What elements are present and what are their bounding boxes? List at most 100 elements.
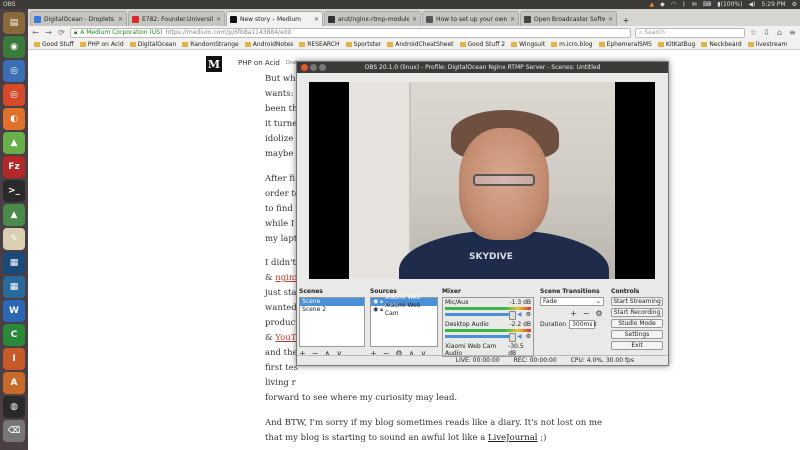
tab-6[interactable]: Open Broadcaster Softw ✕	[520, 11, 617, 26]
search-input[interactable]: ⌕ Search	[635, 27, 745, 38]
bookmark-item[interactable]: PHP on Acid	[80, 41, 124, 48]
tab-5[interactable]: How to set up your own ✕	[422, 11, 519, 26]
tab-2[interactable]: E782: Founder.University ✕	[128, 11, 225, 26]
source-item[interactable]: ◉ 🔒︎ Xiaomi Web Cam	[371, 302, 437, 317]
star-icon[interactable]: ☆	[749, 28, 758, 37]
speaker-icon[interactable]: ◀	[517, 311, 522, 318]
battery-icon[interactable]: ▮(100%)	[717, 1, 742, 8]
exit-button[interactable]: Exit	[611, 341, 663, 350]
tab-3[interactable]: New story – Medium ✕	[226, 11, 323, 26]
transition-select[interactable]: Fade ⌄	[540, 297, 604, 306]
lock-icon[interactable]: 🔒︎	[380, 298, 383, 306]
close-tab-icon[interactable]: ✕	[314, 16, 319, 23]
bookmark-item[interactable]: RESEARCH	[299, 41, 339, 48]
vlc-icon[interactable]: ▲	[649, 1, 654, 8]
writer-icon[interactable]: W	[3, 300, 25, 322]
app-grid-icon[interactable]: ▦	[3, 276, 25, 298]
article-line: product	[265, 318, 299, 328]
scene-item[interactable]: Scene	[300, 298, 364, 306]
start-streaming-button[interactable]: Start Streaming	[611, 297, 663, 306]
channel-gear-icon[interactable]: ⚙	[526, 333, 531, 340]
publication-name[interactable]: PHP on Acid	[238, 59, 280, 67]
volume-fader[interactable]	[445, 333, 516, 342]
chrome-icon[interactable]: ◎	[3, 84, 25, 106]
software-center-icon[interactable]: A	[3, 372, 25, 394]
bookmark-item[interactable]: Wingsuit	[511, 41, 545, 48]
bookmark-item[interactable]: RandomStrange	[182, 41, 238, 48]
settings-gear-icon[interactable]: ⚙	[792, 1, 797, 8]
android-icon[interactable]: ▲	[3, 132, 25, 154]
duration-spinbox[interactable]: 300ms ⇕	[569, 320, 598, 329]
url-bar[interactable]: 🔒︎ A Medium Corporation (US) https://med…	[70, 27, 631, 38]
bookmark-item[interactable]: livestream	[748, 41, 788, 48]
impress-icon[interactable]: I	[3, 348, 25, 370]
obs-title-bar[interactable]: OBS 20.1.0 (linux) - Profile: DigitalOce…	[297, 62, 668, 73]
youtube-link[interactable]: YouT	[275, 333, 296, 343]
close-tab-icon[interactable]: ✕	[216, 16, 221, 23]
editor-icon[interactable]: ✎	[3, 228, 25, 250]
calc-icon[interactable]: C	[3, 324, 25, 346]
keyboard-icon[interactable]: ⌨	[703, 1, 712, 8]
bookmark-item[interactable]: Good Stuff 2	[460, 41, 506, 48]
mail-icon[interactable]: ✉	[692, 1, 697, 8]
bookmark-item[interactable]: AndroidNotes	[245, 41, 294, 48]
obs-preview[interactable]: SKYDIVE	[309, 82, 655, 279]
bookmark-item[interactable]: Sportster	[346, 41, 382, 48]
bookmark-item[interactable]: EphemeralSMS	[599, 41, 652, 48]
close-tab-icon[interactable]: ✕	[608, 16, 613, 23]
tab-4[interactable]: arut/nginx-rtmp-module ✕	[324, 11, 421, 26]
live-timer: LIVE: 00:00:00	[455, 357, 500, 364]
android-studio-icon[interactable]: ▲	[3, 204, 25, 226]
close-tab-icon[interactable]: ✕	[118, 16, 123, 23]
reload-icon[interactable]: ⟳	[57, 28, 66, 37]
firefox-icon[interactable]: ◐	[3, 108, 25, 130]
settings-button[interactable]: Settings	[611, 330, 663, 339]
medium-logo[interactable]: M	[206, 56, 222, 72]
globe-icon[interactable]: ◉	[3, 36, 25, 58]
trash-icon[interactable]: ⌫	[3, 420, 25, 442]
dropbox-icon[interactable]: ◆	[660, 1, 665, 8]
source-name: Xiaomi Web Cam	[384, 302, 421, 317]
clock[interactable]: 5:29 PM	[761, 1, 785, 8]
livejournal-link[interactable]: LiveJournal	[488, 433, 538, 443]
files-icon[interactable]: ▤	[3, 12, 25, 34]
studio-mode-button[interactable]: Studio Mode	[611, 319, 663, 328]
bookmark-item[interactable]: AndroidCheatSheet	[387, 41, 453, 48]
remove-transition-icon[interactable]: −	[583, 309, 590, 318]
add-transition-icon[interactable]: +	[570, 309, 577, 318]
app-icon[interactable]: ▦	[3, 252, 25, 274]
terminal-icon[interactable]: >_	[3, 180, 25, 202]
tab-1[interactable]: DigitalOcean - Droplets ✕	[30, 11, 127, 26]
downloads-icon[interactable]: ⇩	[762, 28, 771, 37]
forward-arrow-icon[interactable]: →	[44, 28, 53, 37]
bookmark-item[interactable]: m.icro.blog	[551, 41, 592, 48]
lock-icon[interactable]: 🔒︎	[380, 306, 383, 314]
transition-gear-icon[interactable]: ⚙	[595, 309, 602, 318]
minimize-icon[interactable]	[310, 64, 317, 71]
bluetooth-icon[interactable]: ᛒ	[682, 1, 686, 8]
eye-icon[interactable]: ◉	[373, 298, 378, 306]
menu-icon[interactable]: ≡	[788, 28, 797, 37]
channel-gear-icon[interactable]: ⚙	[526, 311, 531, 318]
speaker-icon[interactable]: ◀	[517, 333, 522, 340]
filezilla-icon[interactable]: Fz	[3, 156, 25, 178]
close-tab-icon[interactable]: ✕	[510, 16, 515, 23]
scene-item[interactable]: Scene 2	[300, 306, 364, 314]
obs-icon[interactable]: ◍	[3, 396, 25, 418]
start-recording-button[interactable]: Start Recording	[611, 308, 663, 317]
back-arrow-icon[interactable]: ←	[31, 28, 40, 37]
close-icon[interactable]	[301, 64, 308, 71]
maximize-icon[interactable]	[319, 64, 326, 71]
volume-fader[interactable]	[445, 311, 516, 320]
bookmark-item[interactable]: DigitalOcean	[130, 41, 177, 48]
chromium-icon[interactable]: ◎	[3, 60, 25, 82]
new-tab-icon[interactable]: +	[620, 14, 632, 26]
close-tab-icon[interactable]: ✕	[412, 16, 417, 23]
bookmark-item[interactable]: Good Stuff	[34, 41, 74, 48]
eye-icon[interactable]: ◉	[373, 306, 378, 314]
volume-icon[interactable]: ◀)	[748, 1, 755, 8]
bookmark-item[interactable]: KitKatBug	[658, 41, 696, 48]
home-icon[interactable]: ⌂	[775, 28, 784, 37]
wifi-icon[interactable]: ◠	[671, 1, 676, 8]
bookmark-item[interactable]: Neckbeard	[701, 41, 741, 48]
